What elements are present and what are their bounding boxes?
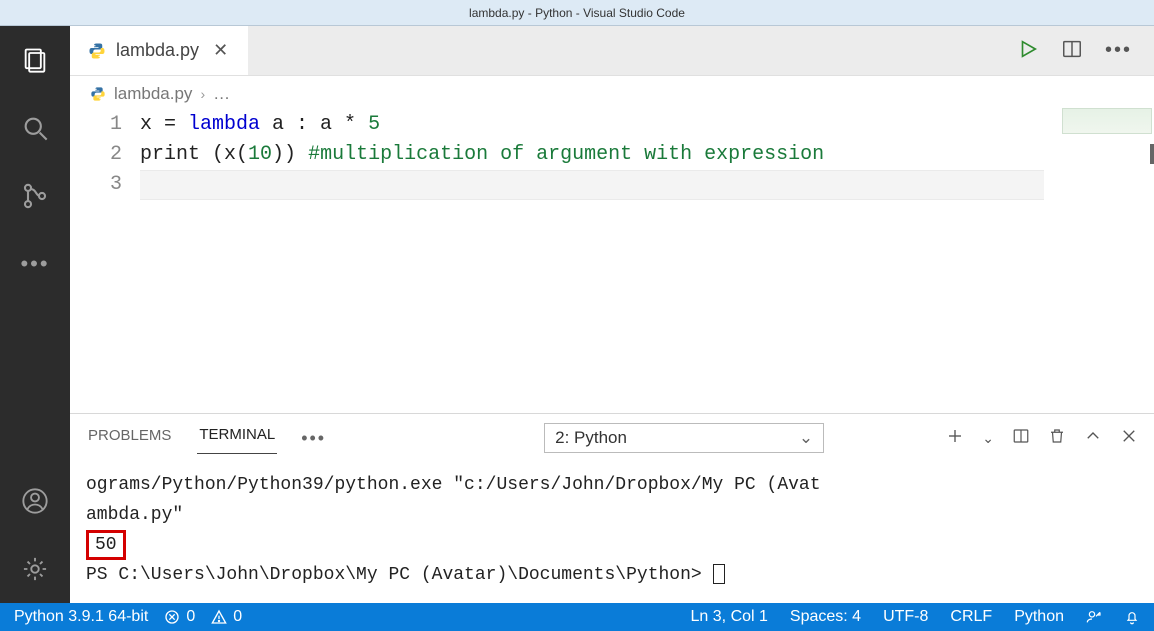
close-panel-icon[interactable] xyxy=(1120,427,1138,449)
status-bar: Python 3.9.1 64-bit 0 0 Ln 3, Col 1 Spac… xyxy=(0,603,1154,631)
scroll-marker[interactable] xyxy=(1150,144,1154,164)
panel-more-icon[interactable]: ••• xyxy=(301,428,326,449)
terminal-dropdown-icon[interactable]: ⌄ xyxy=(982,430,994,447)
panel-header: PROBLEMS TERMINAL ••• 2: Python ⌄ ⌄ xyxy=(70,414,1154,454)
line-number: 3 xyxy=(70,170,122,200)
breadcrumb-rest: … xyxy=(213,84,230,104)
terminal-prompt-line: PS C:\Users\John\Dropbox\My PC (Avatar)\… xyxy=(86,560,1138,590)
settings-gear-icon[interactable] xyxy=(19,553,51,585)
terminal-line: ambda.py" xyxy=(86,500,1138,530)
line-number: 2 xyxy=(70,140,122,170)
status-warnings[interactable]: 0 xyxy=(211,608,242,626)
terminal-output[interactable]: ograms/Python/Python39/python.exe "c:/Us… xyxy=(70,454,1154,603)
status-cursor-position[interactable]: Ln 3, Col 1 xyxy=(691,608,768,626)
terminal-cursor xyxy=(713,564,725,584)
account-icon[interactable] xyxy=(19,485,51,517)
main-area: ••• lambda.py ✕ xyxy=(0,26,1154,603)
activity-bar: ••• xyxy=(0,26,70,603)
python-file-icon xyxy=(88,42,106,60)
breadcrumb-file: lambda.py xyxy=(114,84,192,104)
kill-terminal-icon[interactable] xyxy=(1048,427,1066,449)
source-control-icon[interactable] xyxy=(19,180,51,212)
status-interpreter[interactable]: Python 3.9.1 64-bit xyxy=(14,608,148,626)
status-indentation[interactable]: Spaces: 4 xyxy=(790,608,861,626)
more-icon[interactable]: ••• xyxy=(19,248,51,280)
bottom-panel: PROBLEMS TERMINAL ••• 2: Python ⌄ ⌄ xyxy=(70,413,1154,603)
tab-filename: lambda.py xyxy=(116,40,199,61)
explorer-icon[interactable] xyxy=(19,44,51,76)
status-eol[interactable]: CRLF xyxy=(950,608,992,626)
titlebar: lambda.py - Python - Visual Studio Code xyxy=(0,0,1154,26)
status-notifications-icon[interactable] xyxy=(1124,609,1140,625)
tab-close-icon[interactable]: ✕ xyxy=(209,38,232,63)
breadcrumb[interactable]: lambda.py › … xyxy=(70,76,1154,108)
terminal-line: ograms/Python/Python39/python.exe "c:/Us… xyxy=(86,470,1138,500)
tab-lambda-py[interactable]: lambda.py ✕ xyxy=(70,26,248,75)
chevron-right-icon: › xyxy=(200,86,205,102)
status-errors[interactable]: 0 xyxy=(164,608,195,626)
terminal-output-value: 50 xyxy=(86,530,1138,560)
chevron-down-icon: ⌄ xyxy=(799,428,813,448)
python-file-icon xyxy=(90,86,106,102)
run-icon[interactable] xyxy=(1017,38,1039,63)
panel-tab-terminal[interactable]: TERMINAL xyxy=(197,422,277,454)
tab-bar: lambda.py ✕ ••• xyxy=(70,26,1154,76)
code-line[interactable]: print (x(10)) #multiplication of argumen… xyxy=(140,140,1044,170)
terminal-selector-label: 2: Python xyxy=(555,428,627,448)
terminal-selector[interactable]: 2: Python ⌄ xyxy=(544,423,824,453)
window-title: lambda.py - Python - Visual Studio Code xyxy=(469,6,685,20)
line-number: 1 xyxy=(70,110,122,140)
code-editor[interactable]: 1 2 3 x = lambda a : a * 5 print (x(10))… xyxy=(70,108,1154,413)
minimap[interactable] xyxy=(1062,108,1152,134)
panel-tab-problems[interactable]: PROBLEMS xyxy=(86,423,173,454)
code-area[interactable]: x = lambda a : a * 5 print (x(10)) #mult… xyxy=(140,110,1154,413)
content-column: lambda.py ✕ ••• lambda.py › … xyxy=(70,26,1154,603)
search-icon[interactable] xyxy=(19,112,51,144)
code-line-current[interactable] xyxy=(140,170,1044,200)
split-terminal-icon[interactable] xyxy=(1012,427,1030,449)
editor-more-icon[interactable]: ••• xyxy=(1105,39,1132,62)
code-line[interactable]: x = lambda a : a * 5 xyxy=(140,110,1044,140)
maximize-panel-icon[interactable] xyxy=(1084,427,1102,449)
status-encoding[interactable]: UTF-8 xyxy=(883,608,928,626)
new-terminal-icon[interactable] xyxy=(946,427,964,449)
status-feedback-icon[interactable] xyxy=(1086,609,1102,625)
line-gutter: 1 2 3 xyxy=(70,110,140,413)
split-editor-icon[interactable] xyxy=(1061,38,1083,63)
status-language[interactable]: Python xyxy=(1014,608,1064,626)
